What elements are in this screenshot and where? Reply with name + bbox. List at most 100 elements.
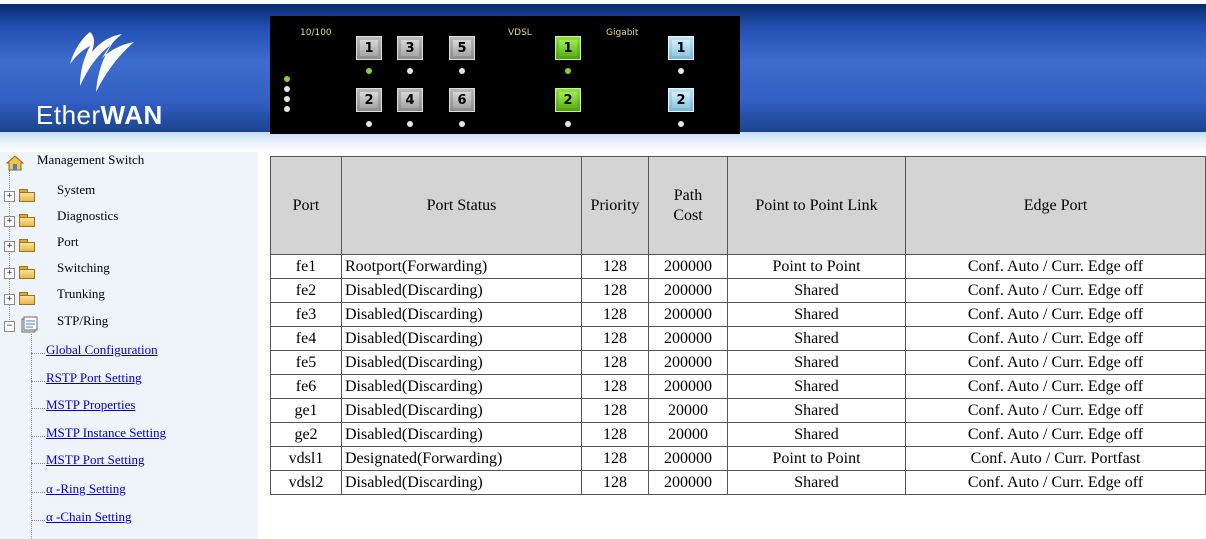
cell-port: vdsl1 bbox=[270, 446, 342, 471]
expand-icon[interactable]: + bbox=[4, 294, 15, 305]
column-header-port: Port bbox=[270, 156, 342, 255]
link-mstp-properties[interactable]: MSTP Properties bbox=[46, 397, 135, 413]
port-ge2[interactable]: 2 bbox=[668, 88, 694, 112]
tree-branch-line bbox=[31, 408, 45, 409]
brand-suffix: WAN bbox=[100, 100, 163, 130]
cell-port: vdsl2 bbox=[270, 470, 342, 495]
cell-path-cost: 200000 bbox=[648, 326, 728, 351]
cell-point-to-point: Shared bbox=[727, 398, 906, 423]
port-led-icon bbox=[459, 68, 465, 74]
cell-edge-port: Conf. Auto / Curr. Edge off bbox=[905, 350, 1206, 375]
port-fe2[interactable]: 2 bbox=[356, 88, 382, 112]
cell-edge-port: Conf. Auto / Curr. Edge off bbox=[905, 302, 1206, 327]
tree-root-label[interactable]: Management Switch bbox=[37, 152, 144, 168]
cell-priority: 128 bbox=[581, 422, 649, 447]
tree-item-system[interactable]: System bbox=[57, 182, 95, 198]
cell-edge-port: Conf. Auto / Curr. Edge off bbox=[905, 374, 1206, 399]
table-row: ge2 Disabled(Discarding) 128 20000 Share… bbox=[270, 422, 1206, 447]
cell-path-cost: 200000 bbox=[648, 374, 728, 399]
port-fe1[interactable]: 1 bbox=[356, 36, 382, 60]
link-alpha-chain-setting[interactable]: α -Chain Setting bbox=[46, 509, 132, 525]
cell-priority: 128 bbox=[581, 470, 649, 495]
port-fe6[interactable]: 6 bbox=[449, 88, 475, 112]
cell-port-status: Disabled(Discarding) bbox=[341, 422, 582, 447]
table-row: vdsl1 Designated(Forwarding) 128 200000 … bbox=[270, 446, 1206, 471]
cell-edge-port: Conf. Auto / Curr. Edge off bbox=[905, 254, 1206, 279]
expand-icon[interactable]: + bbox=[4, 241, 15, 252]
tree-branch-line bbox=[31, 463, 45, 464]
port-led-icon bbox=[366, 68, 372, 74]
panel-label-gigabit: Gigabit bbox=[606, 28, 639, 38]
cell-point-to-point: Shared bbox=[727, 302, 906, 327]
table-row: fe3 Disabled(Discarding) 128 200000 Shar… bbox=[270, 302, 1206, 327]
cell-path-cost: 20000 bbox=[648, 422, 728, 447]
cell-point-to-point: Shared bbox=[727, 278, 906, 303]
cell-path-cost: 200000 bbox=[648, 254, 728, 279]
cell-point-to-point: Shared bbox=[727, 470, 906, 495]
cell-port: fe1 bbox=[270, 254, 342, 279]
expand-icon[interactable]: + bbox=[4, 216, 15, 227]
open-folder-icon bbox=[21, 316, 38, 333]
port-fe2-label: 2 bbox=[360, 92, 378, 108]
folder-icon bbox=[19, 189, 35, 202]
port-vdsl1[interactable]: 1 bbox=[555, 36, 581, 60]
brand-name: EtherWAN bbox=[36, 100, 163, 131]
etherwan-logo-icon bbox=[70, 32, 134, 92]
column-header-point-to-point: Point to Point Link bbox=[727, 156, 906, 255]
table-row: fe2 Disabled(Discarding) 128 200000 Shar… bbox=[270, 278, 1206, 303]
table-row: vdsl2 Disabled(Discarding) 128 200000 Sh… bbox=[270, 470, 1206, 495]
link-mstp-port-setting[interactable]: MSTP Port Setting bbox=[46, 452, 144, 468]
folder-icon bbox=[19, 292, 35, 305]
tree-item-diagnostics[interactable]: Diagnostics bbox=[57, 208, 118, 224]
folder-icon bbox=[19, 214, 35, 227]
tree-item-trunking[interactable]: Trunking bbox=[57, 286, 105, 302]
port-led-icon bbox=[565, 121, 571, 127]
port-fe4-label: 4 bbox=[401, 92, 419, 108]
link-global-configuration[interactable]: Global Configuration bbox=[46, 342, 158, 358]
port-led-icon bbox=[366, 121, 372, 127]
cell-priority: 128 bbox=[581, 254, 649, 279]
port-fe5[interactable]: 5 bbox=[449, 36, 475, 60]
cell-edge-port: Conf. Auto / Curr. Edge off bbox=[905, 470, 1206, 495]
tree-item-stp-ring[interactable]: STP/Ring bbox=[57, 313, 108, 329]
cell-port: fe6 bbox=[270, 374, 342, 399]
port-ge1-label: 1 bbox=[672, 40, 690, 56]
table-row: fe4 Disabled(Discarding) 128 200000 Shar… bbox=[270, 326, 1206, 351]
cell-path-cost: 200000 bbox=[648, 302, 728, 327]
cell-path-cost: 200000 bbox=[648, 350, 728, 375]
collapse-icon[interactable]: − bbox=[4, 321, 15, 332]
cell-priority: 128 bbox=[581, 302, 649, 327]
port-fe6-label: 6 bbox=[453, 92, 471, 108]
cell-edge-port: Conf. Auto / Curr. Edge off bbox=[905, 278, 1206, 303]
folder-icon bbox=[19, 266, 35, 279]
expand-icon[interactable]: + bbox=[4, 268, 15, 279]
link-alpha-ring-setting[interactable]: α -Ring Setting bbox=[46, 481, 126, 497]
cell-point-to-point: Shared bbox=[727, 326, 906, 351]
port-ge1[interactable]: 1 bbox=[668, 36, 694, 60]
cell-edge-port: Conf. Auto / Curr. Edge off bbox=[905, 398, 1206, 423]
cell-port: fe5 bbox=[270, 350, 342, 375]
port-fe1-label: 1 bbox=[360, 40, 378, 56]
table-row: fe5 Disabled(Discarding) 128 200000 Shar… bbox=[270, 350, 1206, 375]
port-led-icon bbox=[407, 68, 413, 74]
table-header-row: Port Port Status Priority Path Cost Poin… bbox=[270, 156, 1206, 255]
port-vdsl1-label: 1 bbox=[559, 40, 577, 56]
cell-point-to-point: Point to Point bbox=[727, 446, 906, 471]
port-fe3[interactable]: 3 bbox=[397, 36, 423, 60]
tree-item-port[interactable]: Port bbox=[57, 234, 79, 250]
port-fe4[interactable]: 4 bbox=[397, 88, 423, 112]
column-header-priority: Priority bbox=[581, 156, 649, 255]
tree-item-switching[interactable]: Switching bbox=[57, 260, 110, 276]
port-vdsl2[interactable]: 2 bbox=[555, 88, 581, 112]
cell-priority: 128 bbox=[581, 326, 649, 351]
cell-path-cost: 20000 bbox=[648, 398, 728, 423]
cell-port: fe3 bbox=[270, 302, 342, 327]
link-mstp-instance-setting[interactable]: MSTP Instance Setting bbox=[46, 425, 166, 441]
expand-icon[interactable]: + bbox=[4, 191, 15, 202]
cell-port-status: Disabled(Discarding) bbox=[341, 302, 582, 327]
header-banner: EtherWAN 10/100 VDSL Gigabit 1 3 5 2 4 6… bbox=[0, 0, 1206, 152]
port-led-icon bbox=[565, 68, 571, 74]
cell-port: ge1 bbox=[270, 398, 342, 423]
status-led-icon bbox=[284, 106, 290, 112]
link-rstp-port-setting[interactable]: RSTP Port Setting bbox=[46, 370, 142, 386]
